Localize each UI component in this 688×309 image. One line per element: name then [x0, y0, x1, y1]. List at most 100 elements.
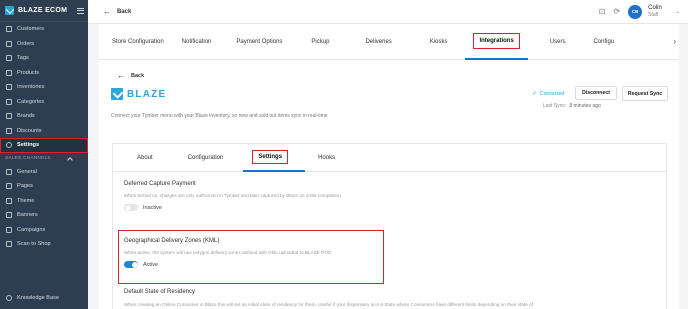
arrow-left-icon: ← — [117, 71, 125, 80]
sidebar-item-orders[interactable]: Orders — [0, 37, 88, 52]
sidebar-item-label: Inventories — [17, 84, 45, 91]
tab-kiosks[interactable]: Kiosks — [416, 24, 466, 60]
check-icon: ✓ — [532, 91, 538, 97]
sidebar-item-tags[interactable]: Tags — [0, 51, 88, 66]
tab-configuration-overflow[interactable]: Configu — [587, 24, 614, 60]
tag-icon — [6, 55, 12, 62]
inventory-icon — [6, 84, 12, 91]
setting-description: When turned on, charges are only authori… — [124, 193, 341, 198]
tab-deliveries[interactable]: Deliveries — [351, 24, 415, 60]
tab-label: Payment Options — [236, 38, 283, 45]
request-sync-button[interactable]: Request Sync — [622, 86, 668, 101]
back-button[interactable]: ← Back — [88, 7, 132, 16]
disconnect-button[interactable]: Disconnect — [575, 86, 617, 100]
orders-icon — [6, 40, 12, 47]
tab-store-configuration[interactable]: Store Configuration — [103, 24, 173, 60]
menu-toggle-icon[interactable] — [77, 7, 84, 14]
banner-icon — [6, 212, 12, 219]
avatar-initials: CB — [631, 9, 639, 14]
tab-integrations[interactable]: Integrations — [465, 24, 528, 60]
sidebar-item-label: Scan to Shop — [17, 241, 51, 248]
tab-label: Pickup — [311, 38, 330, 45]
integration-back-button[interactable]: ← Back — [117, 72, 144, 80]
avatar[interactable]: CB — [628, 4, 643, 19]
integration-description: Connect your Tymber menu with your Blaze… — [111, 113, 328, 119]
subtab-settings[interactable]: Settings — [243, 144, 306, 172]
sidebar-item-label: Pages — [17, 183, 33, 190]
sidebar-item-label: Banners — [17, 212, 38, 219]
tab-notification[interactable]: Notification — [173, 24, 221, 60]
last-sync: Last Sync: 8 minutes ago — [543, 103, 601, 109]
last-sync-value: 8 minutes ago — [569, 103, 601, 109]
users-icon — [6, 26, 12, 33]
subtab-label: About — [137, 154, 153, 161]
subtab-about[interactable]: About — [125, 144, 175, 172]
brand-icon — [6, 113, 12, 120]
tab-payment-options[interactable]: Payment Options — [220, 24, 298, 60]
toggle-row: Active — [124, 261, 331, 268]
knowledge-base-label: Knowledge Base — [17, 295, 59, 301]
user-info[interactable]: Colin Staff — [648, 5, 662, 18]
sidebar-item-categories[interactable]: Categories — [0, 95, 88, 110]
campaign-icon — [6, 226, 12, 233]
sidebar-item-label: Orders — [17, 40, 35, 47]
chevron-up-icon — [67, 156, 73, 163]
scan-icon — [6, 241, 12, 248]
tab-pickup[interactable]: Pickup — [298, 24, 351, 60]
sidebar-item-theme[interactable]: Theme — [0, 194, 88, 209]
knowledge-base-link[interactable]: Knowledge Base — [0, 291, 88, 305]
sidebar-item-settings[interactable]: Settings — [0, 138, 88, 153]
blaze-logo-icon — [5, 6, 14, 15]
deferred-capture-toggle[interactable] — [124, 204, 138, 211]
user-name: Colin — [648, 4, 662, 11]
toggle-label: Inactive — [143, 204, 162, 211]
tab-users[interactable]: Users — [528, 24, 588, 60]
sync-icon[interactable]: ⟳ — [613, 7, 620, 16]
topbar-actions: ⊡ ⟳ CB Colin Staff ⌄ — [599, 4, 688, 19]
sidebar-item-scan-to-shop[interactable]: Scan to Shop — [0, 237, 88, 252]
setting-title: Geographical Delivery Zones (KML) — [124, 238, 220, 244]
categories-icon — [6, 98, 12, 105]
sidebar-item-label: Brands — [17, 113, 35, 120]
subtab-hooks[interactable]: Hooks — [305, 144, 348, 172]
settings-tabs: Store Configuration Notification Payment… — [99, 24, 679, 60]
chevron-right-icon[interactable]: › — [673, 37, 676, 46]
sidebar-item-label: Discounts — [17, 127, 42, 134]
sidebar-item-label: Categories — [17, 98, 45, 105]
sidebar-item-label: Campaigns — [17, 226, 46, 233]
sidebar-item-customers[interactable]: Customers — [0, 22, 88, 37]
box-icon — [6, 69, 12, 76]
subtab-configuration[interactable]: Configuration — [175, 144, 244, 172]
topbar: ← Back ⊡ ⟳ CB Colin Staff ⌄ — [88, 0, 688, 24]
sidebar-item-label: Theme — [17, 197, 35, 204]
gift-icon[interactable]: ⊡ — [599, 7, 606, 16]
tab-label: Integrations — [473, 32, 520, 49]
sidebar-item-campaigns[interactable]: Campaigns — [0, 223, 88, 238]
sidebar-item-banners[interactable]: Banners — [0, 208, 88, 223]
user-role: Staff — [648, 12, 659, 19]
sidebar-item-general[interactable]: General — [0, 165, 88, 180]
help-icon — [6, 295, 12, 301]
sidebar-item-label: General — [17, 168, 37, 175]
globe-icon — [6, 168, 12, 175]
last-sync-label: Last Sync: — [543, 103, 567, 109]
section-title: SALES CHANNELS — [5, 156, 51, 161]
sidebar-item-pages[interactable]: Pages — [0, 179, 88, 194]
integration-subtabs: About Configuration Settings Hooks — [113, 144, 666, 172]
chevron-down-icon[interactable]: ⌄ — [676, 9, 680, 15]
sales-channels-header[interactable]: SALES CHANNELS — [0, 153, 88, 165]
deferred-capture-setting: Deferred Capture Payment When turned on,… — [124, 181, 341, 211]
tab-label: Users — [549, 38, 566, 45]
sidebar-item-inventories[interactable]: Inventories — [0, 80, 88, 95]
back-label: Back — [117, 8, 132, 15]
settings-card: Store Configuration Notification Payment… — [99, 24, 679, 309]
tab-label: Configu — [593, 38, 615, 45]
discount-icon — [6, 127, 12, 134]
sidebar-item-discounts[interactable]: Discounts — [0, 124, 88, 139]
sidebar-item-brands[interactable]: Brands — [0, 109, 88, 124]
blaze-brand-logo: BLAZE — [111, 88, 166, 100]
sidebar-item-products[interactable]: Products — [0, 66, 88, 81]
subtab-label: Settings — [252, 149, 289, 164]
sales-channels-nav: General Pages Theme Banners Campaigns Sc… — [0, 165, 88, 252]
geo-zones-toggle[interactable] — [124, 261, 138, 268]
